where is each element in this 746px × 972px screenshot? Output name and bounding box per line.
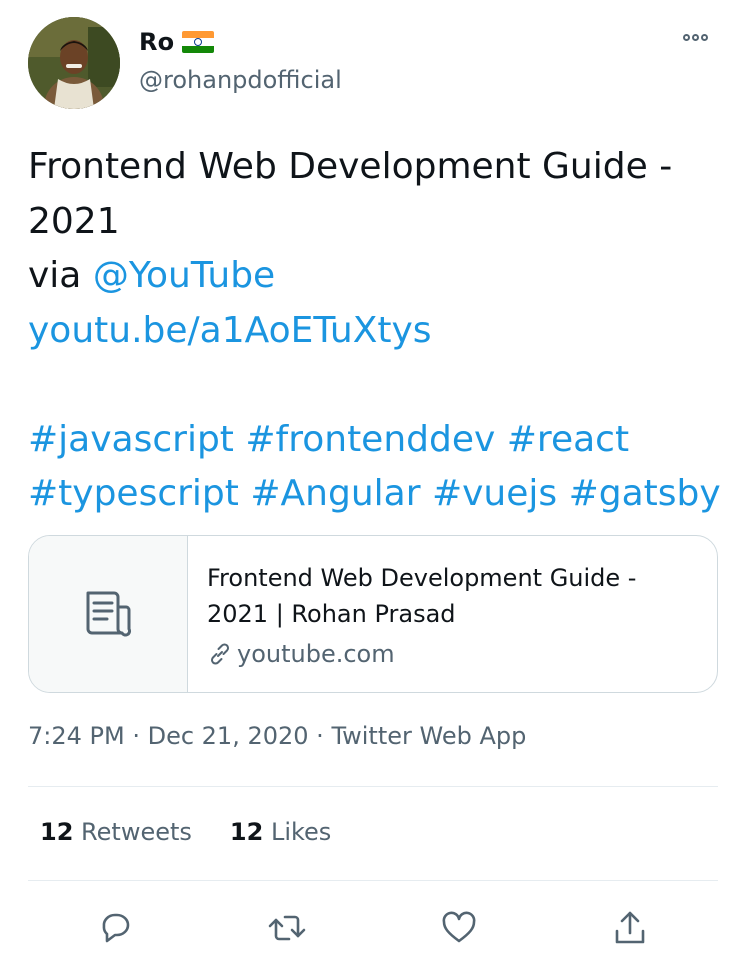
likes-label: Likes [270,818,332,846]
card-title: Frontend Web Development Guide - 2021 | … [207,564,637,628]
tweet-source[interactable]: Twitter Web App [331,722,526,750]
mention-link[interactable]: @YouTube [93,255,275,296]
tweet-stats: 12 Retweets 12 Likes [40,818,331,846]
tweet-headline: Frontend Web Development Guide - 2021 [28,146,673,242]
hashtag-link[interactable]: #vuejs [432,473,557,514]
avatar[interactable] [28,17,120,109]
card-domain-row: youtube.com [207,636,697,672]
document-icon [86,591,131,637]
link-preview-card[interactable]: Frontend Web Development Guide - 2021 | … [28,535,718,693]
share-icon [615,911,645,944]
url-link[interactable]: youtu.be/a1AoETuXtys [28,310,432,351]
retweet-button[interactable] [264,905,310,951]
hashtag-link[interactable]: #frontenddev [245,419,495,460]
card-body: Frontend Web Development Guide - 2021 | … [207,560,697,672]
share-button[interactable] [607,905,653,951]
more-icon[interactable] [683,34,708,41]
hashtag-link[interactable]: #gatsby [569,473,721,514]
retweets-stat[interactable]: 12 Retweets [40,818,192,846]
card-thumbnail [29,536,188,692]
hashtag-link[interactable]: #Angular [250,473,420,514]
tweet-date[interactable]: Dec 21, 2020 [148,722,309,750]
tweet-time[interactable]: 7:24 PM [28,722,125,750]
author-name[interactable]: Ro [139,28,174,56]
hashtag-link[interactable]: #react [507,419,629,460]
retweets-label: Retweets [81,818,192,846]
divider [28,786,718,787]
meta-separator: · [124,722,148,750]
hashtag-link[interactable]: #typescript [28,473,239,514]
india-flag-icon [182,31,215,53]
likes-count: 12 [229,818,264,846]
author-handle[interactable]: @rohanpdofficial [139,66,342,94]
link-icon [210,643,230,665]
retweets-count: 12 [40,818,74,846]
like-icon [442,911,476,943]
tweet-meta: 7:24 PM · Dec 21, 2020 · Twitter Web App [28,722,526,750]
hashtag-link[interactable]: #javascript [28,419,234,460]
retweet-icon [268,915,306,941]
tweet-via: via [28,255,93,296]
likes-stat[interactable]: 12 Likes [230,818,331,846]
reply-button[interactable] [92,905,138,951]
like-button[interactable] [436,905,482,951]
tweet-text: Frontend Web Development Guide - 2021 vi… [28,140,728,522]
reply-icon [102,913,130,943]
action-bar [0,905,746,951]
divider [28,880,718,881]
card-domain: youtube.com [237,640,395,668]
author-name-row: Ro [139,28,215,56]
meta-separator: · [308,722,332,750]
